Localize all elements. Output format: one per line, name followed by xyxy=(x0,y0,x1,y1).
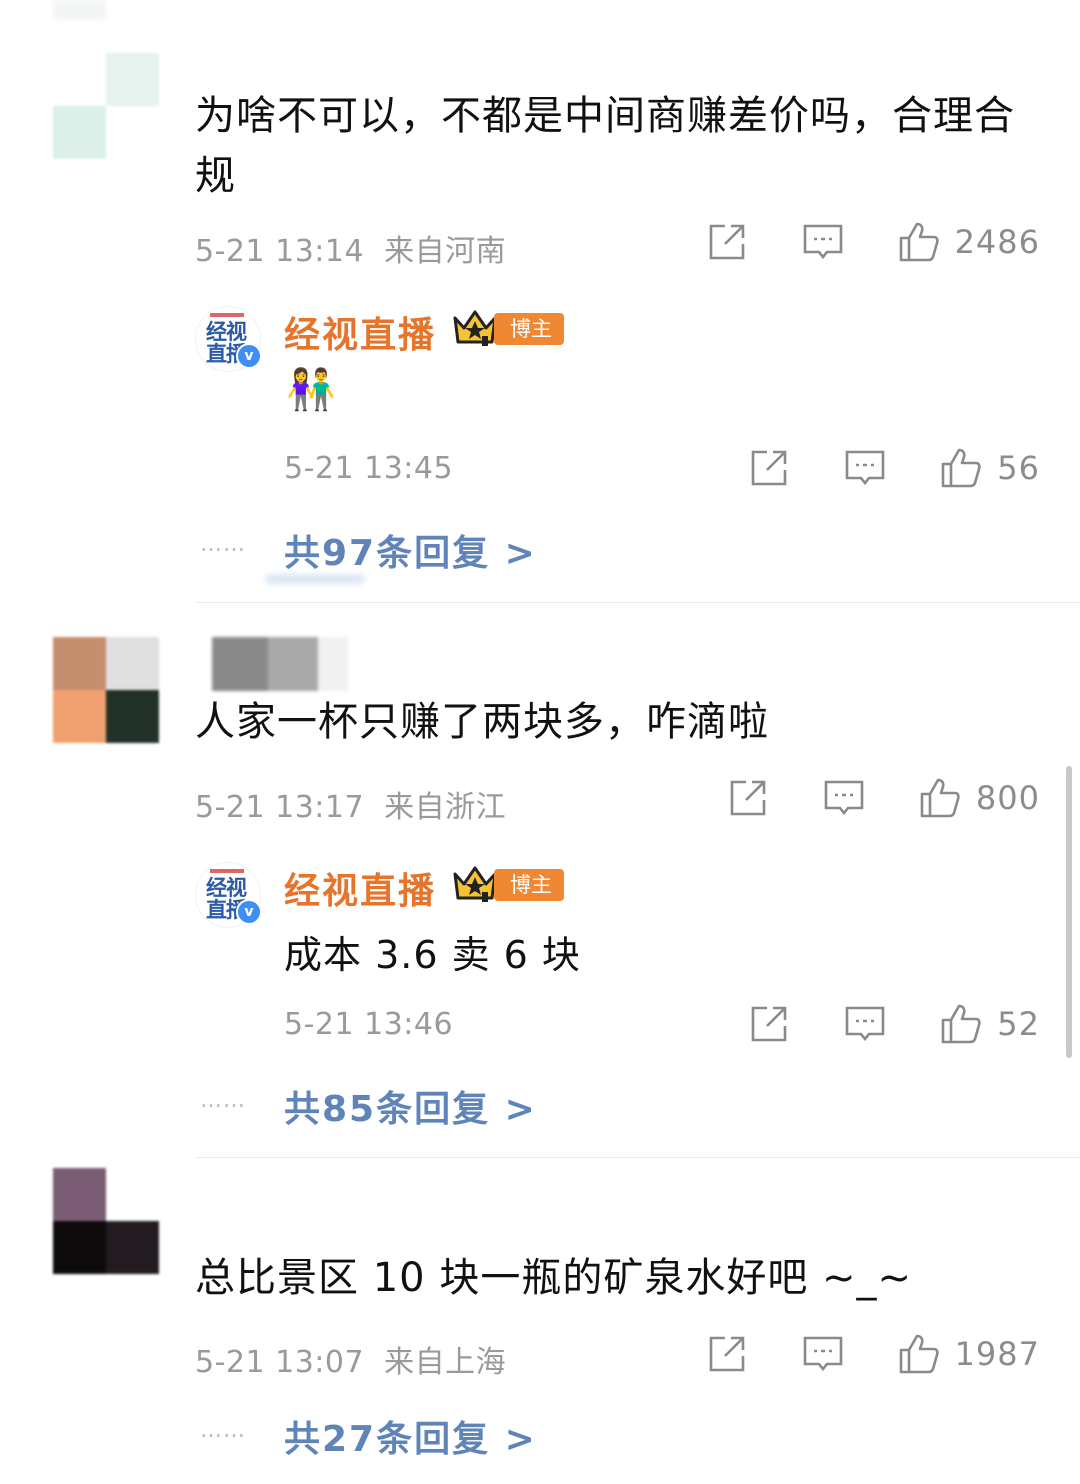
comment-actions: 800 xyxy=(726,776,1040,820)
comment-icon[interactable] xyxy=(843,1002,887,1046)
thumbs-up-icon[interactable] xyxy=(918,776,962,820)
like-count: 800 xyxy=(975,779,1040,817)
blogger-badge: 博主 xyxy=(494,869,564,901)
like-count: 2486 xyxy=(954,223,1040,261)
commenter-avatar[interactable] xyxy=(53,1168,159,1274)
share-icon[interactable] xyxy=(747,446,791,490)
comment-actions: 2486 xyxy=(705,220,1040,264)
link-underline xyxy=(265,574,365,584)
share-icon[interactable] xyxy=(747,1002,791,1046)
reply-time: 5-21 13:45 xyxy=(284,451,454,486)
thumbs-up-icon[interactable] xyxy=(897,220,941,264)
reply-actions: 56 xyxy=(747,446,1040,490)
thumbs-up-icon[interactable] xyxy=(939,1002,983,1046)
comment-time: 5-21 13:07 来自上海 xyxy=(195,1345,507,1380)
author-avatar[interactable]: 经视 直播 v xyxy=(195,862,262,928)
crown-icon xyxy=(452,864,498,904)
share-icon[interactable] xyxy=(726,776,770,820)
comment-icon[interactable] xyxy=(801,1332,845,1376)
view-replies-link[interactable]: 共85条回复 > xyxy=(284,1080,537,1132)
author-name[interactable]: 经视直播 xyxy=(284,306,436,358)
comment-time: 5-21 13:17 来自浙江 xyxy=(195,790,507,825)
share-icon[interactable] xyxy=(705,1332,749,1376)
top-faint-block xyxy=(53,0,106,20)
reply-actions: 52 xyxy=(747,1002,1040,1046)
scrollbar[interactable] xyxy=(1066,766,1072,1058)
reply-time: 5-21 13:46 xyxy=(284,1007,454,1042)
blogger-badge: 博主 xyxy=(494,313,564,345)
comment-icon[interactable] xyxy=(822,776,866,820)
divider xyxy=(195,1157,1080,1158)
verified-icon: v xyxy=(236,343,262,369)
comment-actions: 1987 xyxy=(705,1332,1040,1376)
dots-separator: …… xyxy=(200,1418,246,1443)
author-avatar[interactable]: 经视 直播 v xyxy=(195,306,262,372)
like-count: 56 xyxy=(997,449,1040,487)
comment-icon[interactable] xyxy=(801,220,845,264)
avatar-logo-text: 经视 xyxy=(206,876,247,900)
comment-time: 5-21 13:14 来自河南 xyxy=(195,234,507,269)
comment-text: 总比景区 10 块一瓶的矿泉水好吧 ~_~ xyxy=(195,1255,913,1301)
view-replies-link[interactable]: 共27条回复 > xyxy=(284,1410,537,1462)
dots-separator: …… xyxy=(200,532,246,557)
crown-icon xyxy=(452,308,498,348)
verified-icon: v xyxy=(236,899,262,925)
comment-icon[interactable] xyxy=(843,446,887,490)
blurred-username xyxy=(212,637,348,691)
dots-separator: …… xyxy=(200,1088,246,1113)
thumbs-up-icon[interactable] xyxy=(897,1332,941,1376)
share-icon[interactable] xyxy=(705,220,749,264)
avatar-logo-text: 经视 xyxy=(206,320,247,344)
divider xyxy=(195,602,1080,603)
like-count: 52 xyxy=(997,1005,1040,1043)
author-name[interactable]: 经视直播 xyxy=(284,862,436,914)
reply-text: 成本 3.6 卖 6 块 xyxy=(284,933,581,977)
like-count: 1987 xyxy=(954,1335,1040,1373)
comment-text: 人家一杯只赚了两块多，咋滴啦 xyxy=(195,699,769,745)
commenter-avatar[interactable] xyxy=(53,637,159,743)
commenter-avatar[interactable] xyxy=(53,53,159,159)
comment-text: 为啥不可以，不都是中间商赚差价吗，合理合规 xyxy=(195,93,1015,199)
couple-emoji: 👫 xyxy=(286,367,336,413)
thumbs-up-icon[interactable] xyxy=(939,446,983,490)
view-replies-link[interactable]: 共97条回复 > xyxy=(284,524,537,576)
